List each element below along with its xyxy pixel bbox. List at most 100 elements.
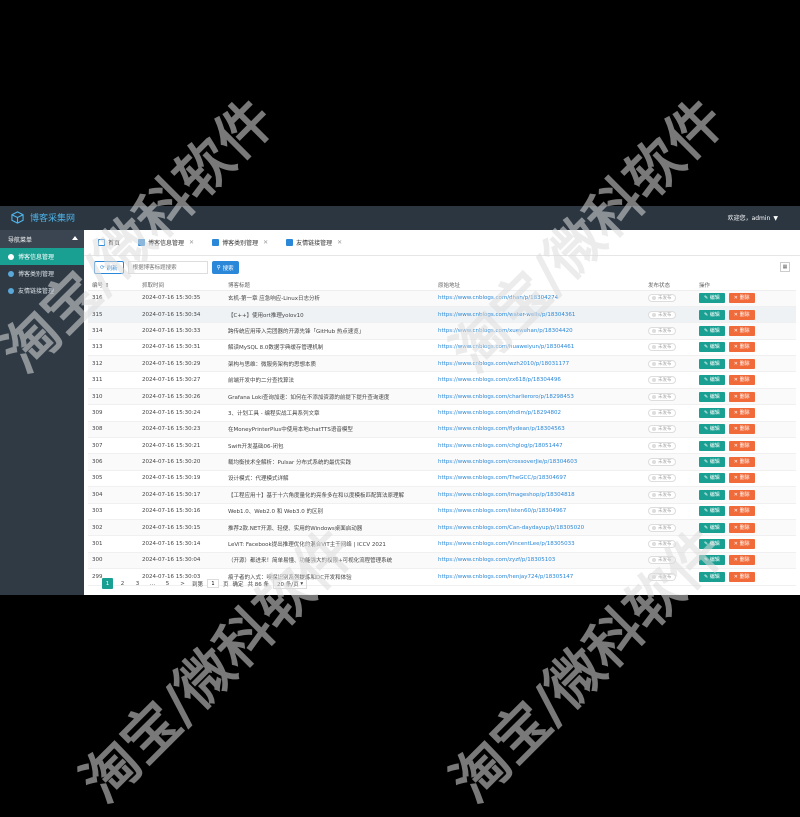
- table-row[interactable]: 306 2024-07-16 15:30:20 载均衡技术全解析：Pulsar 分布…: [88, 453, 796, 471]
- delete-button[interactable]: ✕ 删除: [728, 309, 755, 320]
- status-toggle[interactable]: 未发布: [648, 490, 676, 499]
- status-toggle[interactable]: 未发布: [648, 474, 676, 483]
- delete-button[interactable]: ✕ 删除: [728, 375, 755, 386]
- table-row[interactable]: 315 2024-07-16 15:30:34 【C++】使用ort推理yolov1…: [88, 306, 796, 324]
- sidebar-header[interactable]: 导航菜单: [0, 230, 84, 248]
- cell-url[interactable]: https://www.cnblogs.com/chglog/p/1805144…: [434, 437, 644, 455]
- cell-url[interactable]: https://www.cnblogs.com/water-wells/p/18…: [434, 306, 644, 324]
- edit-button[interactable]: ✎ 编辑: [699, 293, 725, 304]
- status-toggle[interactable]: 未发布: [648, 425, 676, 434]
- goto-page-input[interactable]: [207, 579, 220, 588]
- delete-button[interactable]: ✕ 删除: [728, 473, 755, 484]
- page-button[interactable]: 2: [117, 578, 128, 589]
- delete-button[interactable]: ✕ 删除: [728, 407, 755, 418]
- cell-url[interactable]: https://www.cnblogs.com/charlieroro/p/18…: [434, 388, 644, 406]
- sidebar-item-blog-category[interactable]: 博客类别管理: [0, 265, 84, 282]
- delete-button[interactable]: ✕ 删除: [728, 522, 755, 533]
- edit-button[interactable]: ✎ 编辑: [699, 407, 725, 418]
- cell-url[interactable]: https://www.cnblogs.com/zyzf/p/18305103: [434, 552, 644, 570]
- cell-url[interactable]: https://www.cnblogs.com/zx618/p/18304496: [434, 371, 644, 389]
- table-row[interactable]: 300 2024-07-16 15:30:04 （开源）都进来！简单易懂、功能强大的…: [88, 552, 796, 570]
- column-header-id[interactable]: 编号 ⇕: [88, 280, 138, 291]
- sidebar-item-blog-info[interactable]: 博客信息管理: [0, 248, 84, 265]
- page-size-select[interactable]: 20 条/页 ▾: [273, 578, 308, 589]
- table-row[interactable]: 309 2024-07-16 15:30:24 3、计划工具 - 编程实战工具系列文…: [88, 404, 796, 422]
- delete-button[interactable]: ✕ 删除: [728, 391, 755, 402]
- column-toggle-icon[interactable]: ▦: [780, 262, 790, 272]
- edit-button[interactable]: ✎ 编辑: [699, 571, 725, 582]
- table-row[interactable]: 305 2024-07-16 15:30:19 设计模式：代理模式详解 https:/…: [88, 470, 796, 488]
- status-toggle[interactable]: 未发布: [648, 507, 676, 516]
- table-row[interactable]: 316 2024-07-16 15:30:35 玄机-第一章 应急响应-Linux日…: [88, 290, 796, 307]
- table-row[interactable]: 310 2024-07-16 15:30:26 Grafana Loki查询加速：如…: [88, 388, 796, 406]
- status-toggle[interactable]: 未发布: [648, 359, 676, 368]
- page-button[interactable]: 1: [102, 578, 113, 589]
- status-toggle[interactable]: 未发布: [648, 572, 676, 581]
- delete-button[interactable]: ✕ 删除: [728, 489, 755, 500]
- delete-button[interactable]: ✕ 删除: [728, 457, 755, 468]
- delete-button[interactable]: ✕ 删除: [728, 424, 755, 435]
- cell-url[interactable]: https://www.cnblogs.com/flydean/p/183045…: [434, 421, 644, 439]
- edit-button[interactable]: ✎ 编辑: [699, 489, 725, 500]
- edit-button[interactable]: ✎ 编辑: [699, 555, 725, 566]
- sort-icon[interactable]: ⇕: [105, 283, 110, 289]
- cell-url[interactable]: https://www.cnblogs.com/TheGCC/p/1830469…: [434, 470, 644, 488]
- cell-url[interactable]: https://www.cnblogs.com/xuewehan/p/18304…: [434, 322, 644, 340]
- cell-url[interactable]: https://www.cnblogs.com/henjay724/p/1830…: [434, 568, 644, 586]
- delete-button[interactable]: ✕ 删除: [728, 506, 755, 517]
- edit-button[interactable]: ✎ 编辑: [699, 424, 725, 435]
- close-icon[interactable]: ✕: [337, 239, 342, 246]
- tab-blog-category[interactable]: 博客类别管理 ✕: [208, 235, 272, 251]
- edit-button[interactable]: ✎ 编辑: [699, 539, 725, 550]
- cell-url[interactable]: https://www.cnblogs.com/huaweiyun/p/1830…: [434, 339, 644, 357]
- tab-home[interactable]: 首页: [94, 235, 124, 251]
- cell-url[interactable]: https://www.cnblogs.com/VincentLee/p/183…: [434, 535, 644, 553]
- close-icon[interactable]: ✕: [189, 239, 194, 246]
- edit-button[interactable]: ✎ 编辑: [699, 506, 725, 517]
- edit-button[interactable]: ✎ 编辑: [699, 375, 725, 386]
- search-button[interactable]: ⚲ 搜索: [211, 261, 239, 274]
- table-row[interactable]: 313 2024-07-16 15:30:31 解读MySQL 8.0数据字典缓存管…: [88, 339, 796, 357]
- cell-url[interactable]: https://www.cnblogs.com/zhdim/p/18294802: [434, 404, 644, 422]
- edit-button[interactable]: ✎ 编辑: [699, 325, 725, 336]
- app-logo[interactable]: 博客采集网: [11, 211, 75, 224]
- table-row[interactable]: 307 2024-07-16 15:30:21 Swift开发基础06-闭包 http…: [88, 437, 796, 455]
- edit-button[interactable]: ✎ 编辑: [699, 473, 725, 484]
- cell-url[interactable]: https://www.cnblogs.com/dhan/p/18304274: [434, 290, 644, 307]
- status-toggle[interactable]: 未发布: [648, 540, 676, 549]
- delete-button[interactable]: ✕ 删除: [728, 539, 755, 550]
- table-row[interactable]: 308 2024-07-16 15:30:23 在MoneyPrinterPlus中…: [88, 421, 796, 439]
- status-toggle[interactable]: 未发布: [648, 326, 676, 335]
- status-toggle[interactable]: 未发布: [648, 310, 676, 319]
- edit-button[interactable]: ✎ 编辑: [699, 522, 725, 533]
- edit-button[interactable]: ✎ 编辑: [699, 358, 725, 369]
- table-row[interactable]: 302 2024-07-16 15:30:15 推荐2款.NET开源、轻便、实用的W…: [88, 519, 796, 537]
- edit-button[interactable]: ✎ 编辑: [699, 342, 725, 353]
- cell-url[interactable]: https://www.cnblogs.com/Imageshop/p/1830…: [434, 486, 644, 504]
- status-toggle[interactable]: 未发布: [648, 408, 676, 417]
- delete-button[interactable]: ✕ 删除: [728, 571, 755, 582]
- page-button[interactable]: 3: [132, 578, 143, 589]
- cell-url[interactable]: https://www.cnblogs.com/listen60/p/18304…: [434, 503, 644, 520]
- edit-button[interactable]: ✎ 编辑: [699, 309, 725, 320]
- cell-url[interactable]: https://www.cnblogs.com/crossoverJie/p/1…: [434, 453, 644, 471]
- edit-button[interactable]: ✎ 编辑: [699, 391, 725, 402]
- delete-button[interactable]: ✕ 删除: [728, 293, 755, 304]
- refresh-button[interactable]: ⟳ 刷新: [94, 261, 124, 274]
- table-row[interactable]: 312 2024-07-16 15:30:29 架构与思维：微服务架构的思想本质 ht…: [88, 355, 796, 373]
- page-button[interactable]: 5: [162, 578, 173, 589]
- status-toggle[interactable]: 未发布: [648, 376, 676, 385]
- status-toggle[interactable]: 未发布: [648, 556, 676, 565]
- edit-button[interactable]: ✎ 编辑: [699, 440, 725, 451]
- sidebar-item-friend-links[interactable]: 友情链接管理: [0, 282, 84, 299]
- delete-button[interactable]: ✕ 删除: [728, 358, 755, 369]
- table-row[interactable]: 303 2024-07-16 15:30:16 Web1.0、Web2.0 和 We…: [88, 503, 796, 520]
- delete-button[interactable]: ✕ 删除: [728, 555, 755, 566]
- close-icon[interactable]: ✕: [263, 239, 268, 246]
- delete-button[interactable]: ✕ 删除: [728, 342, 755, 353]
- next-page-button[interactable]: >: [177, 578, 188, 589]
- search-input[interactable]: [127, 261, 208, 274]
- edit-button[interactable]: ✎ 编辑: [699, 457, 725, 468]
- status-toggle[interactable]: 未发布: [648, 441, 676, 450]
- table-row[interactable]: 311 2024-07-16 15:30:27 前端开发中的二分查找算法 https:…: [88, 371, 796, 389]
